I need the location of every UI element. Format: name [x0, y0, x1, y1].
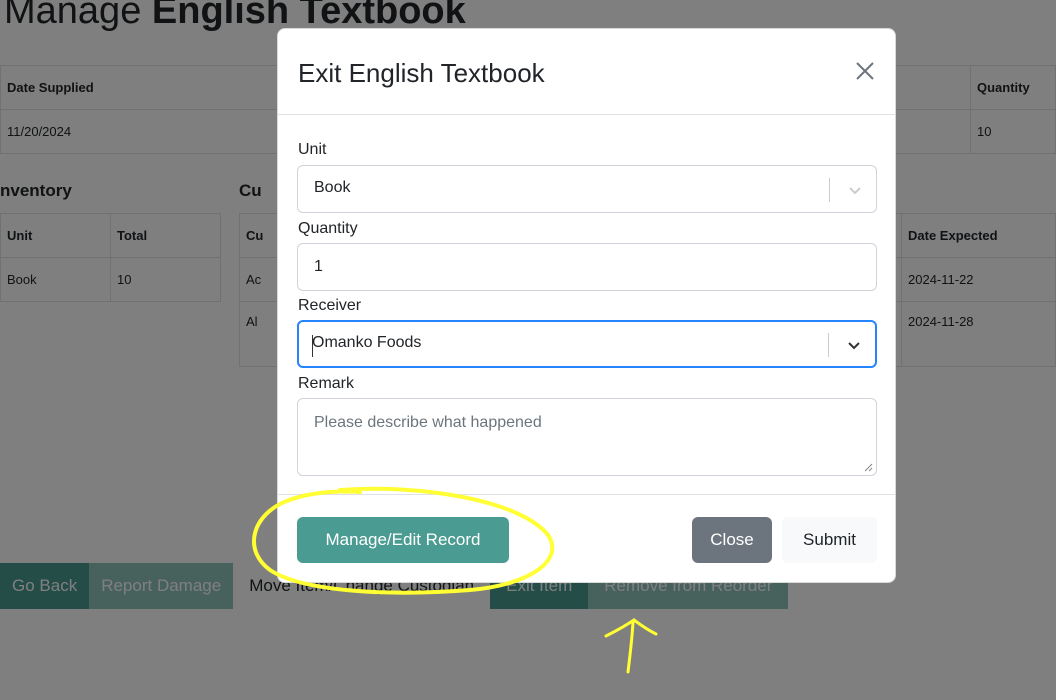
quantity-label: Quantity: [298, 220, 358, 237]
select-separator: [829, 178, 830, 202]
modal-footer: Manage/Edit Record Close Submit: [278, 494, 895, 582]
receiver-select-value: Omanko Foods: [312, 334, 422, 351]
unit-select[interactable]: Book: [297, 165, 877, 213]
resize-grip-icon[interactable]: [863, 462, 873, 472]
unit-select-value: Book: [314, 179, 351, 196]
remark-label: Remark: [298, 375, 355, 392]
receiver-select[interactable]: Omanko Foods: [297, 320, 877, 368]
select-separator: [828, 333, 829, 357]
modal-title: Exit English Textbook: [298, 58, 545, 88]
quantity-input[interactable]: 1: [297, 243, 877, 291]
chevron-down-icon[interactable]: [846, 181, 864, 199]
close-button[interactable]: Close: [692, 517, 772, 563]
modal-header: Exit English Textbook: [278, 29, 895, 115]
receiver-label: Receiver: [298, 297, 362, 314]
remark-textarea[interactable]: Please describe what happened: [297, 398, 877, 476]
chevron-down-icon[interactable]: [845, 336, 863, 354]
manage-edit-record-button[interactable]: Manage/Edit Record: [297, 517, 509, 563]
unit-label: Unit: [298, 141, 327, 158]
close-icon[interactable]: [851, 57, 879, 85]
remark-placeholder: Please describe what happened: [314, 414, 542, 431]
exit-item-modal: Exit English Textbook Unit Book Quantity…: [277, 28, 896, 583]
submit-button[interactable]: Submit: [782, 517, 877, 563]
